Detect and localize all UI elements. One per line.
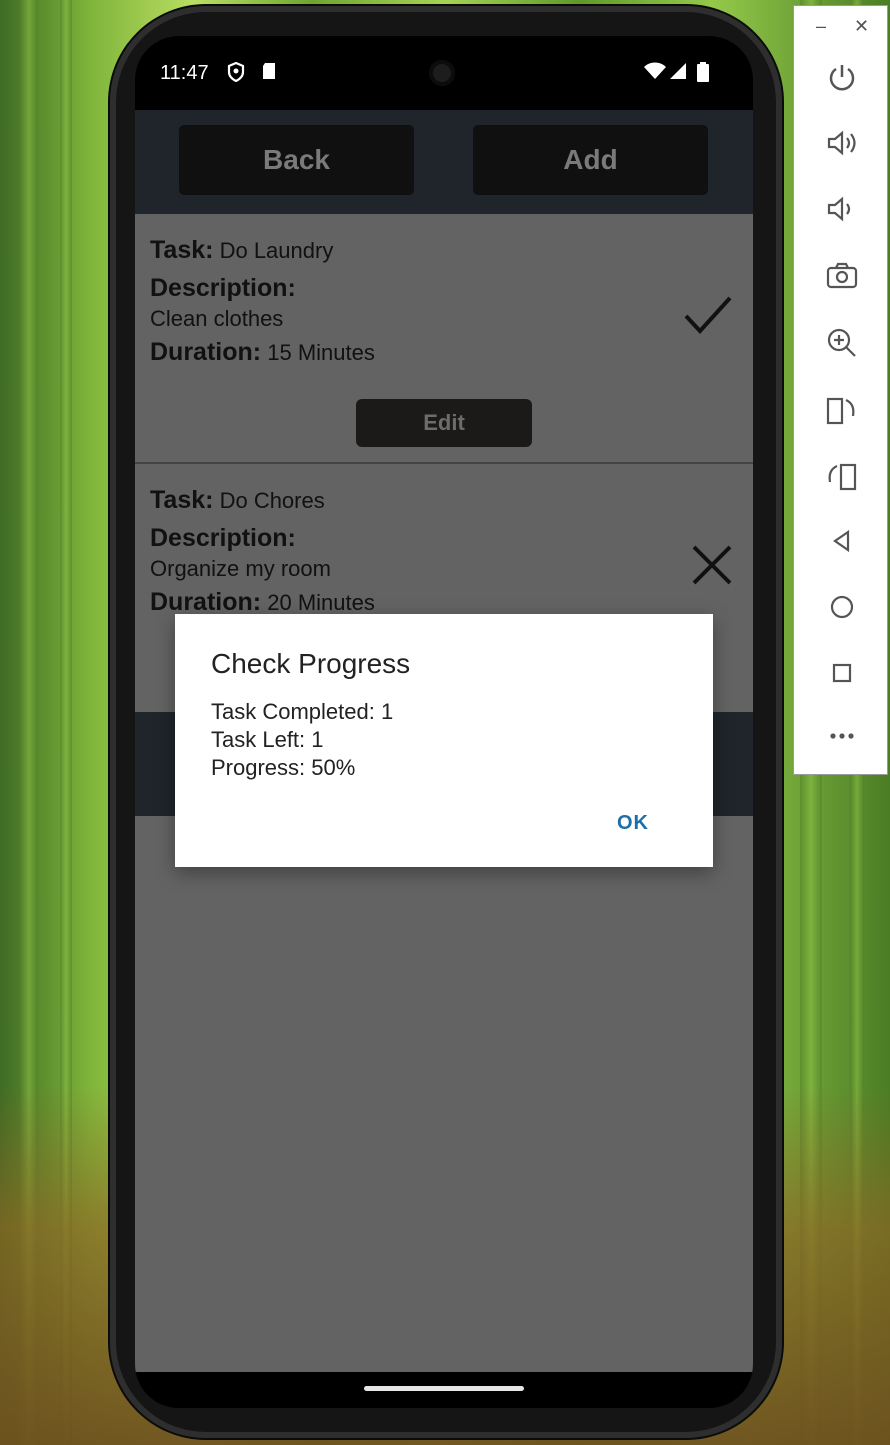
wifi-icon — [643, 62, 667, 85]
volume-up-icon[interactable] — [794, 128, 889, 165]
cross-icon — [691, 544, 733, 592]
dialog-title: Check Progress — [211, 648, 411, 679]
rotate-left-icon[interactable] — [794, 394, 889, 433]
emulator-side-panel: – ✕ — [793, 5, 888, 775]
power-icon[interactable] — [794, 62, 889, 99]
edit-button[interactable]: Edit — [356, 399, 532, 447]
check-icon — [683, 294, 733, 342]
overview-icon[interactable] — [794, 660, 889, 693]
front-camera — [429, 60, 455, 86]
task-value: Do Chores — [219, 488, 325, 513]
back-icon[interactable] — [794, 528, 889, 561]
volume-down-icon[interactable] — [794, 194, 889, 231]
duration-label: Duration: — [150, 588, 262, 616]
task-value: Do Laundry — [219, 238, 334, 263]
home-icon[interactable] — [794, 594, 889, 627]
description-value: Organize my room — [150, 556, 331, 581]
close-icon[interactable]: ✕ — [854, 16, 869, 37]
shield-icon — [227, 61, 245, 87]
dialog-progress: Progress: 50% — [211, 755, 356, 780]
dialog-left: Task Left: 1 — [211, 727, 324, 752]
description-value: Clean clothes — [150, 306, 284, 331]
minimize-icon[interactable]: – — [816, 16, 826, 37]
description-label: Description: — [150, 274, 296, 302]
task-row: Task: Do Laundry — [150, 236, 333, 265]
ok-button[interactable]: OK — [617, 812, 649, 835]
duration-row: Duration: 15 Minutes — [150, 338, 375, 367]
camera-icon[interactable] — [794, 260, 889, 297]
progress-dialog: Check Progress Task Completed: 1 Task Le… — [175, 614, 713, 867]
task-row: Task: Do Chores — [150, 486, 325, 515]
description-label: Description: — [150, 524, 296, 552]
duration-row: Duration: 20 Minutes — [150, 588, 375, 617]
status-time: 11:47 — [160, 62, 209, 84]
back-button[interactable]: Back — [179, 125, 414, 195]
duration-value: 20 Minutes — [267, 590, 375, 615]
description-label-row: Description: — [150, 524, 296, 553]
description-label-row: Description: — [150, 274, 296, 303]
add-button[interactable]: Add — [473, 125, 708, 195]
task-label: Task: — [150, 236, 214, 264]
task-card: Task: Do Laundry Description: Clean clot… — [135, 214, 753, 464]
battery-icon — [697, 62, 709, 87]
navigation-bar — [135, 1372, 753, 1408]
duration-label: Duration: — [150, 338, 262, 366]
status-bar: 11:47 — [135, 36, 753, 110]
task-label: Task: — [150, 486, 214, 514]
zoom-icon[interactable] — [794, 326, 889, 365]
top-toolbar: Back Add — [135, 110, 753, 214]
more-icon[interactable] — [794, 722, 889, 753]
duration-value: 15 Minutes — [267, 340, 375, 365]
rotate-right-icon[interactable] — [794, 460, 889, 499]
signal-icon — [669, 62, 687, 85]
sd-card-icon — [261, 62, 277, 85]
home-gesture-handle[interactable] — [364, 1386, 524, 1391]
dialog-completed: Task Completed: 1 — [211, 699, 394, 724]
